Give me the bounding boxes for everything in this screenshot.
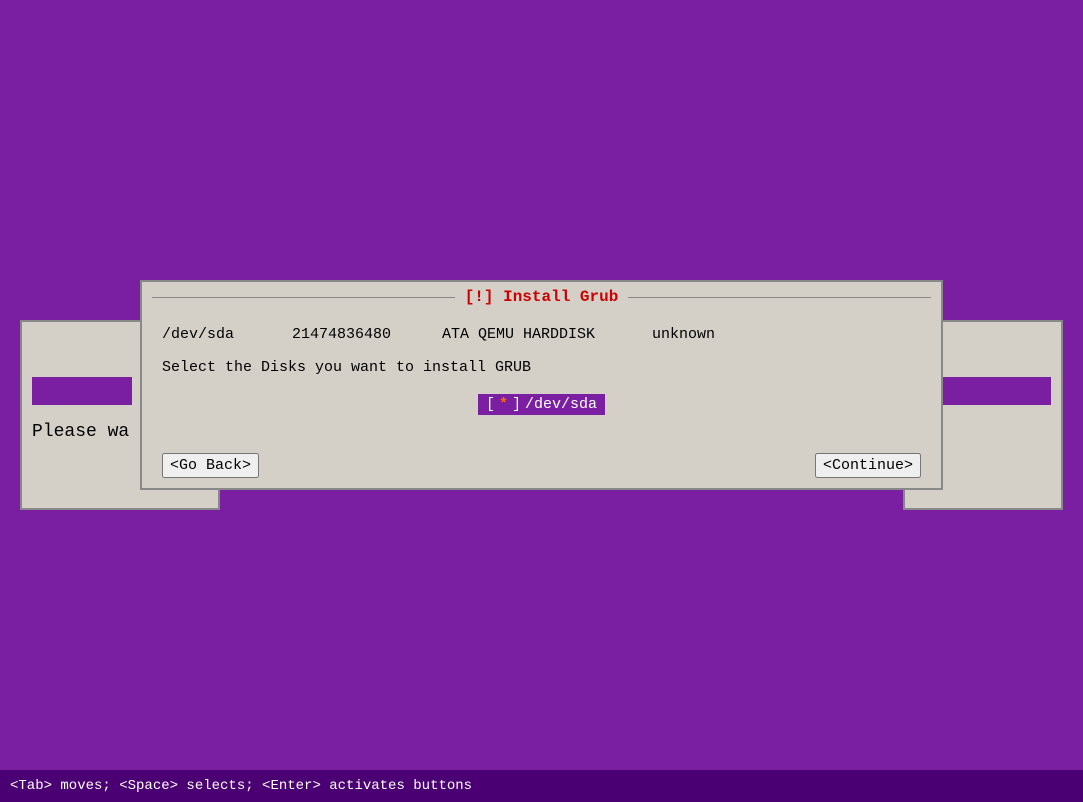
select-label: Select the Disks you want to install GRU… — [162, 359, 921, 376]
bg-dialog-left-purple-bar — [32, 377, 132, 405]
disk-size: 21474836480 — [292, 326, 412, 343]
bg-dialog-left-text: Please wa — [32, 422, 129, 442]
bracket-open: [ — [486, 396, 495, 413]
bracket-close: ] — [512, 396, 521, 413]
dialog-buttons: <Go Back> <Continue> — [142, 449, 941, 488]
checkbox-sda[interactable]: [*] /dev/sda — [478, 394, 605, 415]
dialog-body: /dev/sda 21474836480 ATA QEMU HARDDISK u… — [142, 312, 941, 449]
continue-button[interactable]: <Continue> — [815, 453, 921, 478]
checkbox-row: [*] /dev/sda — [162, 394, 921, 415]
go-back-button[interactable]: <Go Back> — [162, 453, 259, 478]
title-line-right — [628, 297, 931, 298]
checkbox-marker: * — [499, 396, 508, 413]
dialog-title-bar: [!] Install Grub — [142, 282, 941, 312]
disk-info-row: /dev/sda 21474836480 ATA QEMU HARDDISK u… — [162, 326, 921, 343]
checkbox-label: /dev/sda — [525, 396, 597, 413]
disk-model: ATA QEMU HARDDISK — [442, 326, 622, 343]
status-bar-text: <Tab> moves; <Space> selects; <Enter> ac… — [10, 778, 472, 794]
title-line-left — [152, 297, 455, 298]
disk-type: unknown — [652, 326, 732, 343]
dialog-title: [!] Install Grub — [455, 288, 629, 306]
status-bar: <Tab> moves; <Space> selects; <Enter> ac… — [0, 770, 1083, 802]
disk-device: /dev/sda — [162, 326, 262, 343]
install-grub-dialog: [!] Install Grub /dev/sda 21474836480 AT… — [140, 280, 943, 490]
